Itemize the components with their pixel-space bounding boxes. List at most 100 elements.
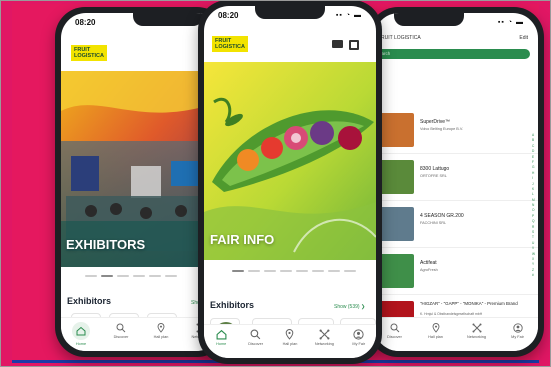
right-tabbar: Discover Hall plan Networking My Fair bbox=[374, 317, 538, 351]
alpha-letter[interactable]: G bbox=[532, 165, 535, 169]
alpha-letter[interactable]: W bbox=[532, 252, 535, 256]
tab-networking[interactable]: Networking bbox=[309, 329, 339, 346]
alpha-letter[interactable]: K bbox=[532, 187, 535, 191]
exhibitor-name: "HIGZAR" - "GAPP" - "MONIKA" - Premium B… bbox=[420, 301, 518, 306]
tab-home[interactable]: Home bbox=[66, 322, 96, 346]
tab-discover[interactable]: Discover bbox=[241, 329, 271, 346]
fruit-logistica-logo: FRUIT LOGISTICA bbox=[212, 36, 248, 52]
alpha-letter[interactable]: Y bbox=[532, 262, 535, 266]
alpha-letter[interactable]: I bbox=[532, 176, 535, 180]
alpha-letter[interactable]: Q bbox=[532, 219, 535, 223]
alpha-letter[interactable]: H bbox=[532, 171, 535, 175]
carousel-dot[interactable] bbox=[101, 275, 113, 277]
alphabet-index[interactable]: A B C D E F G H I J K L M N O P Q R S T bbox=[532, 133, 535, 277]
search-icon bbox=[250, 329, 261, 340]
qr-scan-icon[interactable] bbox=[349, 40, 359, 50]
tab-hall-plan[interactable]: Hall plan bbox=[421, 322, 451, 339]
tab-discover[interactable]: Discover bbox=[106, 322, 136, 339]
home-icon bbox=[72, 322, 90, 340]
carousel-dot[interactable] bbox=[232, 270, 244, 272]
carousel-dot[interactable] bbox=[264, 270, 276, 272]
notch bbox=[133, 13, 203, 26]
alpha-letter[interactable]: N bbox=[532, 203, 535, 207]
carousel-dot[interactable] bbox=[165, 275, 177, 277]
carousel-dot[interactable] bbox=[296, 270, 308, 272]
tab-label: Hall plan bbox=[428, 335, 443, 339]
search-bar[interactable]: Search bbox=[374, 49, 530, 59]
alpha-letter[interactable]: X bbox=[532, 257, 535, 261]
networking-icon bbox=[471, 322, 482, 333]
exhibitor-company: K. Hrnjul & Obsthandelsgesellschaft mbH bbox=[420, 312, 483, 316]
alpha-letter[interactable]: O bbox=[532, 208, 535, 212]
alpha-letter[interactable]: F bbox=[532, 160, 535, 164]
exhibitor-company: AgroFresh bbox=[420, 268, 438, 272]
alpha-letter[interactable]: A bbox=[532, 133, 535, 137]
list-item[interactable]: Actifeat AgroFresh bbox=[374, 248, 538, 295]
networking-icon bbox=[319, 329, 330, 340]
map-pin-icon bbox=[284, 329, 295, 340]
alpha-letter[interactable]: V bbox=[532, 246, 535, 250]
home-icon bbox=[216, 329, 227, 340]
show-all-link[interactable]: Show (539) ❯ bbox=[334, 304, 365, 310]
alpha-letter[interactable]: U bbox=[532, 241, 535, 245]
center-phone: 08:20 ▪▪ ◔ ▬ FRUIT LOGISTICA FAIR INFO E… bbox=[198, 0, 382, 364]
signal-icon: ▪▪ ◔ ▬ bbox=[335, 11, 362, 19]
carousel-dot[interactable] bbox=[133, 275, 145, 277]
signal-icon: ▪▪ ◔ ▬ bbox=[497, 18, 524, 26]
exhibitor-name: 8300 Lattugo bbox=[420, 166, 450, 172]
section-title: Exhibitors bbox=[67, 296, 112, 306]
carousel-dot[interactable] bbox=[280, 270, 292, 272]
header-actions bbox=[332, 40, 359, 50]
alpha-letter[interactable]: # bbox=[532, 273, 535, 277]
tab-label: Networking bbox=[467, 335, 486, 339]
tab-label: Discover bbox=[248, 342, 263, 346]
alpha-letter[interactable]: J bbox=[532, 182, 535, 186]
right-phone: ▪▪ ◔ ▬ FRUIT LOGISTICA Edit Search Super… bbox=[368, 7, 544, 357]
carousel-dot[interactable] bbox=[312, 270, 324, 272]
tab-label: Discover bbox=[113, 335, 129, 339]
edit-button[interactable]: Edit bbox=[519, 35, 528, 41]
carousel-dot[interactable] bbox=[149, 275, 161, 277]
tab-label: Discover bbox=[387, 335, 402, 339]
tab-my-fair[interactable]: My Fair bbox=[344, 329, 374, 346]
tab-label: Hall plan bbox=[282, 342, 298, 346]
alpha-letter[interactable]: R bbox=[532, 225, 535, 229]
search-icon bbox=[389, 322, 400, 333]
alpha-letter[interactable]: P bbox=[532, 214, 535, 218]
carousel-dot[interactable] bbox=[248, 270, 260, 272]
pea-pod-fruit-illustration bbox=[204, 62, 376, 260]
alpha-letter[interactable]: D bbox=[532, 149, 535, 153]
carousel-dot[interactable] bbox=[344, 270, 356, 272]
alpha-letter[interactable]: C bbox=[532, 144, 535, 148]
exhibitor-company: Volvo Belting Europe B.V. bbox=[420, 127, 464, 131]
tab-hall-plan[interactable]: Hall plan bbox=[146, 322, 176, 339]
fruit-logistica-logo: FRUIT LOGISTICA bbox=[71, 45, 107, 61]
alpha-letter[interactable]: S bbox=[532, 230, 535, 234]
list-item[interactable]: SuperDrive™ Volvo Belting Europe B.V. bbox=[374, 107, 538, 154]
tab-my-fair[interactable]: My Fair bbox=[503, 322, 533, 339]
alpha-letter[interactable]: E bbox=[532, 155, 535, 159]
alpha-letter[interactable]: Z bbox=[532, 268, 535, 272]
carousel-indicator[interactable] bbox=[232, 270, 356, 272]
hero-banner[interactable]: FAIR INFO bbox=[204, 62, 376, 260]
ticket-icon[interactable] bbox=[332, 40, 343, 48]
carousel-dot[interactable] bbox=[117, 275, 129, 277]
alpha-letter[interactable]: M bbox=[532, 198, 535, 202]
hero-banner[interactable]: EXHIBITORS bbox=[61, 71, 221, 267]
carousel-indicator[interactable] bbox=[85, 275, 177, 277]
list-item[interactable]: 8300 Lattugo ORTOFRE SRL bbox=[374, 154, 538, 201]
alpha-letter[interactable]: B bbox=[532, 138, 535, 142]
tab-networking[interactable]: Networking bbox=[462, 322, 492, 339]
tab-discover[interactable]: Discover bbox=[380, 322, 410, 339]
carousel-dot[interactable] bbox=[328, 270, 340, 272]
tab-label: Hall plan bbox=[153, 335, 169, 339]
exhibitor-name: SuperDrive™ bbox=[420, 119, 451, 125]
tab-hall-plan[interactable]: Hall plan bbox=[275, 329, 305, 346]
tab-home[interactable]: Home bbox=[206, 329, 236, 346]
carousel-dot[interactable] bbox=[85, 275, 97, 277]
alpha-letter[interactable]: L bbox=[532, 192, 535, 196]
notch bbox=[394, 13, 464, 26]
list-item[interactable]: 4 SEASON GR.200 FACCHINI SRL bbox=[374, 201, 538, 248]
alpha-letter[interactable]: T bbox=[532, 235, 535, 239]
center-phone-screen: 08:20 ▪▪ ◔ ▬ FRUIT LOGISTICA FAIR INFO E… bbox=[204, 6, 376, 358]
